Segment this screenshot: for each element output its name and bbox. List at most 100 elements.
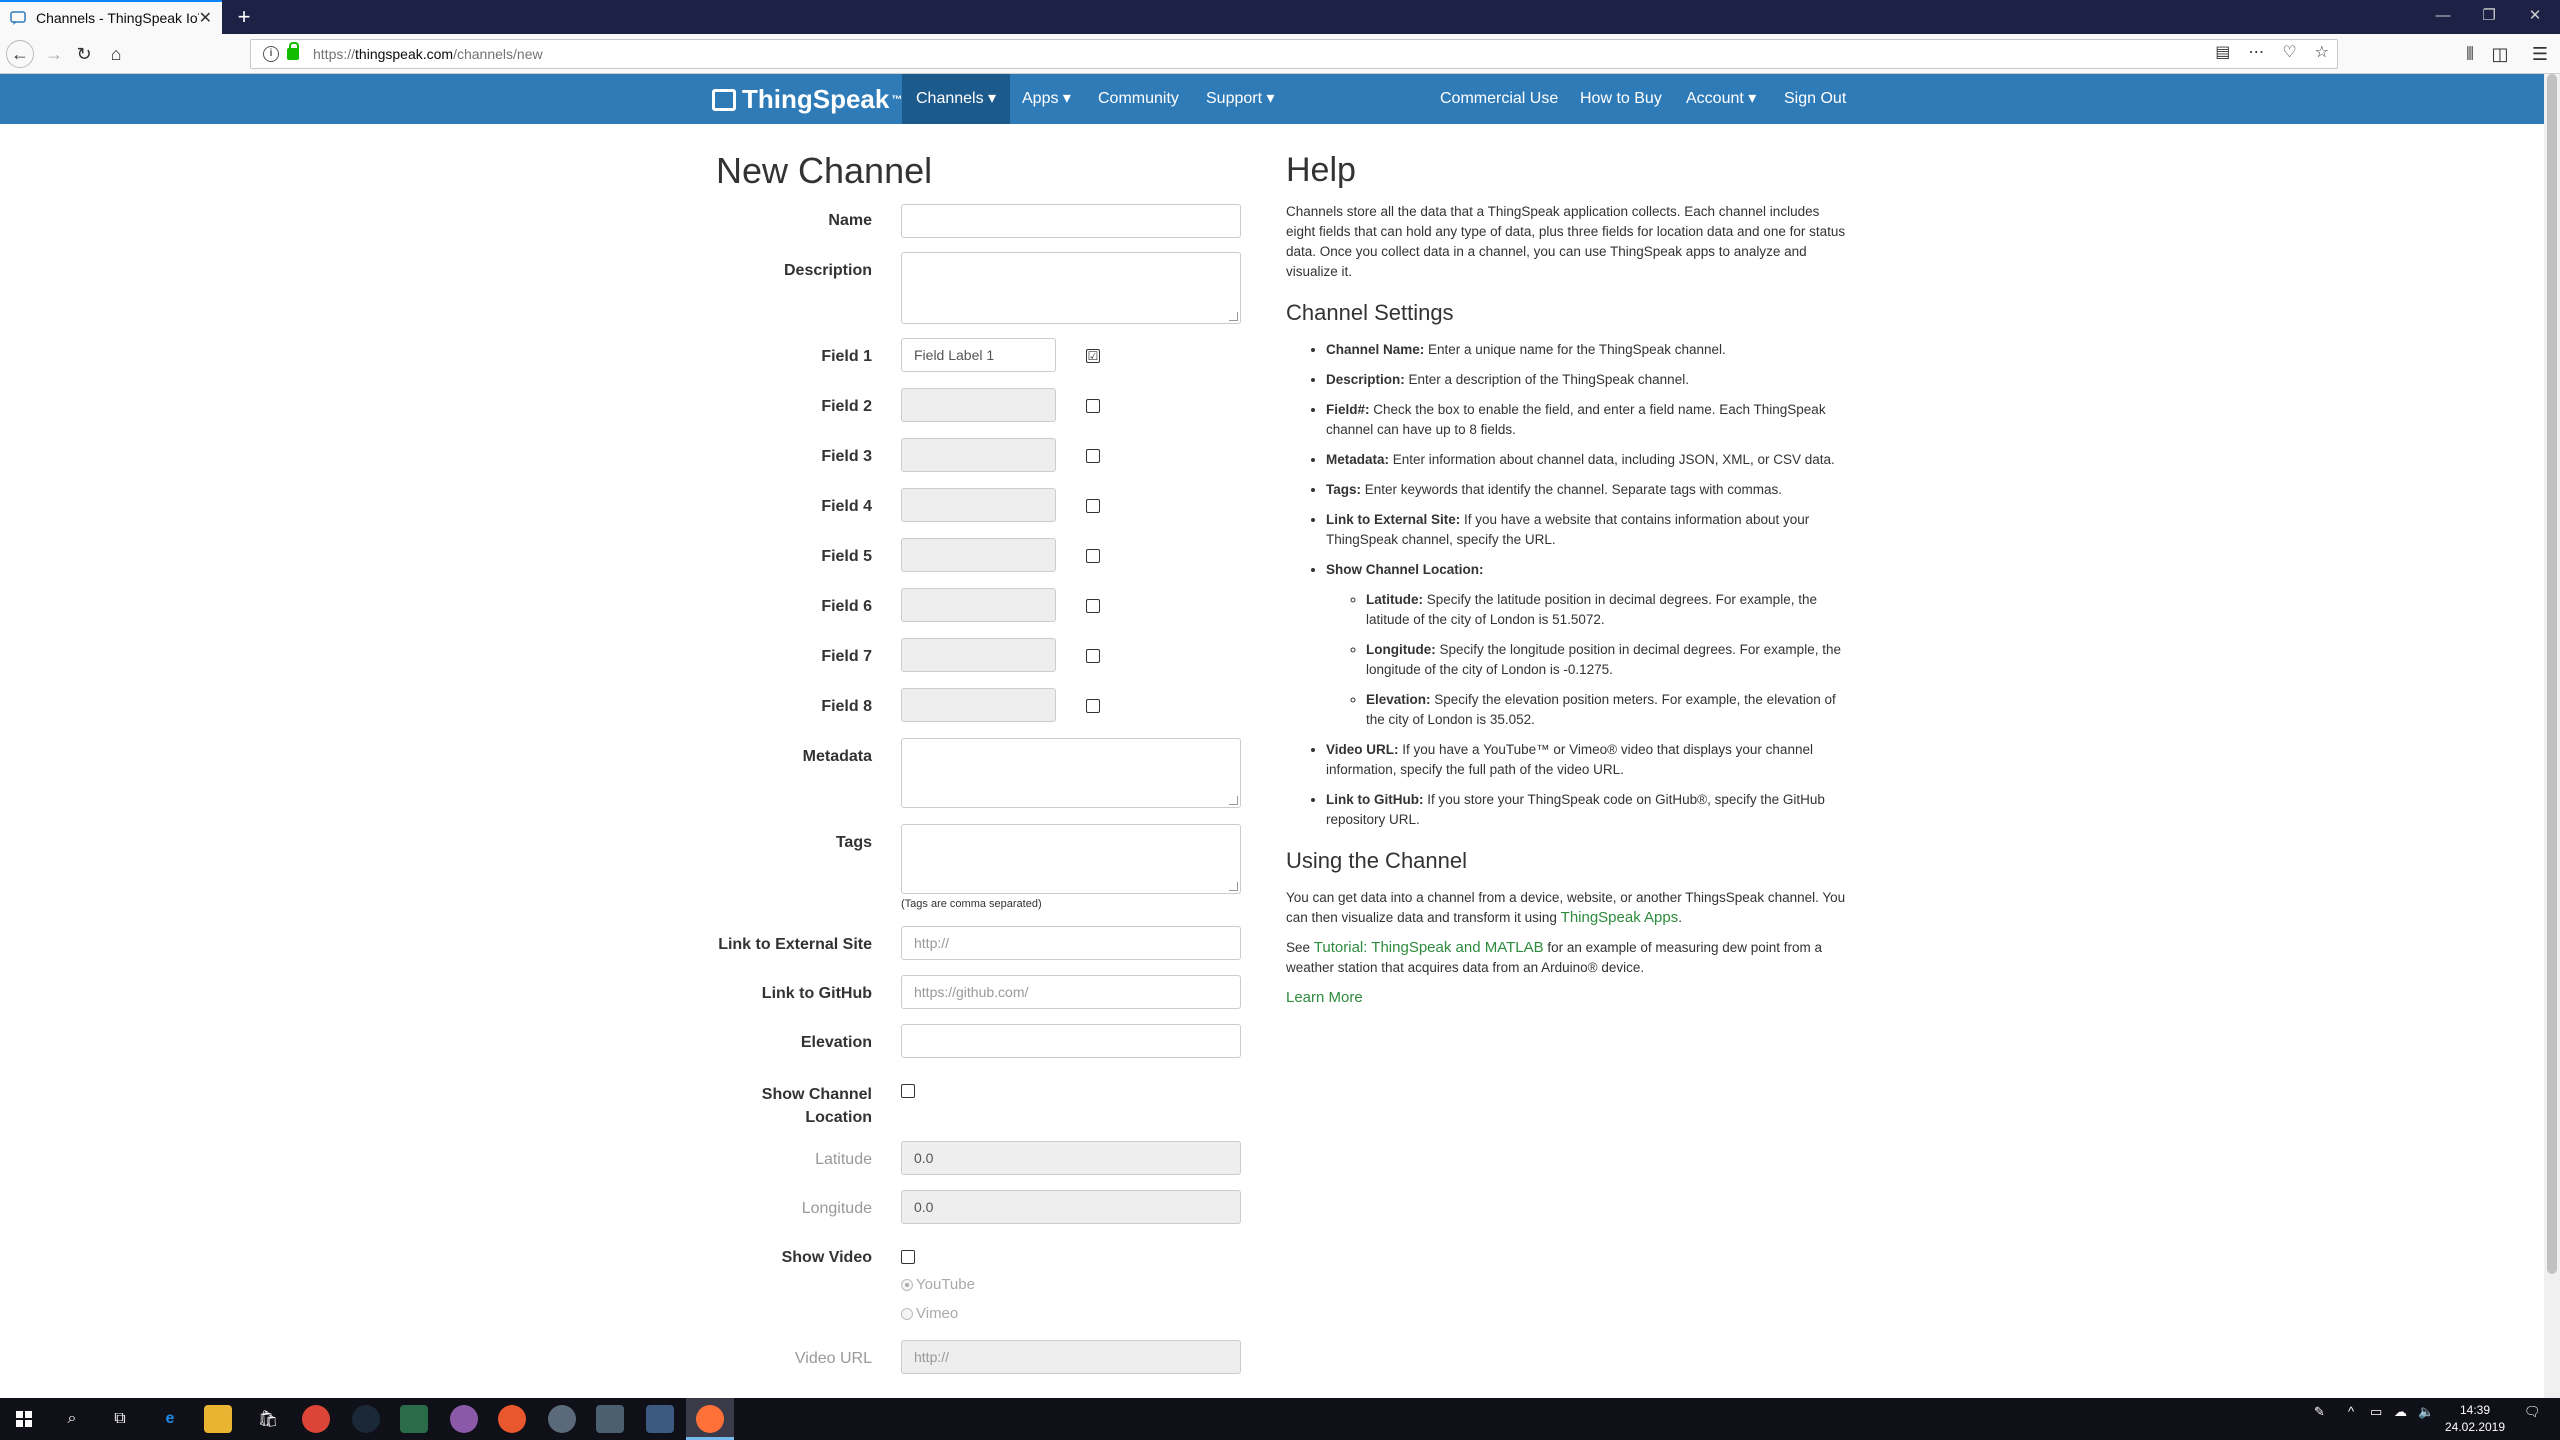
- browser-tab[interactable]: Channels - ThingSpeak IoT ✕: [0, 0, 222, 34]
- youtube-radio[interactable]: [901, 1278, 913, 1291]
- clock[interactable]: 14:39 24.02.2019: [2440, 1402, 2510, 1436]
- field-8-checkbox[interactable]: [1086, 699, 1100, 713]
- field-7-checkbox[interactable]: [1086, 649, 1100, 663]
- site-info-icon[interactable]: i: [263, 46, 279, 62]
- field-4-checkbox[interactable]: [1086, 499, 1100, 513]
- youtube-radio-option[interactable]: YouTube: [901, 1276, 975, 1293]
- field-2-checkbox[interactable]: [1086, 399, 1100, 413]
- url-bar[interactable]: i https://thingspeak.com/channels/new ▤ …: [250, 39, 2338, 69]
- nav-account[interactable]: Account ▾: [1672, 74, 1770, 124]
- firefox-icon[interactable]: [696, 1405, 724, 1433]
- nav-community[interactable]: Community: [1084, 74, 1193, 124]
- field-6-input[interactable]: [901, 588, 1056, 622]
- tags-label: Tags: [835, 834, 872, 851]
- page-actions-icon[interactable]: ⋯: [2248, 42, 2264, 62]
- list-item: Field#: Check the box to enable the fiel…: [1326, 400, 1846, 440]
- field-5-checkbox[interactable]: [1086, 549, 1100, 563]
- github-input[interactable]: https://github.com/: [901, 975, 1241, 1009]
- tray-chevron-icon[interactable]: ^: [2348, 1404, 2354, 1419]
- app-icon-2[interactable]: [548, 1405, 576, 1433]
- field-3-input[interactable]: [901, 438, 1056, 472]
- field-1-checkbox[interactable]: ☑: [1086, 349, 1100, 363]
- back-arrow-icon[interactable]: ←: [6, 40, 34, 68]
- volume-icon[interactable]: 🔈: [2418, 1404, 2434, 1420]
- field-5-label: Field 5: [821, 548, 872, 565]
- library-icon[interactable]: ⫴: [2456, 40, 2484, 68]
- nav-apps[interactable]: Apps ▾: [1008, 74, 1085, 124]
- tutorial-link[interactable]: Tutorial: ThingSpeak and MATLAB: [1314, 939, 1544, 956]
- thingspeak-logo[interactable]: ThingSpeak ™: [712, 84, 902, 115]
- nav-commercial-use[interactable]: Commercial Use: [1426, 74, 1572, 124]
- forward-arrow-icon[interactable]: →: [40, 40, 68, 68]
- description-textarea[interactable]: [901, 252, 1241, 324]
- show-location-checkbox[interactable]: [901, 1084, 915, 1098]
- app-icon[interactable]: [450, 1405, 478, 1433]
- show-video-checkbox[interactable]: [901, 1250, 915, 1264]
- learn-more-link[interactable]: Learn More: [1286, 989, 1363, 1006]
- field-6-checkbox[interactable]: [1086, 599, 1100, 613]
- browser-tab-bar: Channels - ThingSpeak IoT ✕ + — ❐ ✕: [0, 0, 2560, 34]
- windows-start-icon[interactable]: [10, 1405, 38, 1433]
- name-input[interactable]: [901, 204, 1241, 238]
- field-4-input[interactable]: [901, 488, 1056, 522]
- show-location-label: Show Channel Location: [761, 1086, 872, 1126]
- edge-browser-icon[interactable]: e: [156, 1405, 184, 1433]
- logo-icon: [712, 88, 736, 111]
- window-close-button[interactable]: ✕: [2512, 0, 2558, 34]
- terminal-app-icon[interactable]: [400, 1405, 428, 1433]
- store-icon[interactable]: 🛍: [254, 1405, 282, 1433]
- media-app-icon[interactable]: [498, 1405, 526, 1433]
- reader-view-icon[interactable]: ▤: [2215, 42, 2230, 62]
- location-sublist: Latitude: Specify the latitude position …: [1326, 590, 1846, 730]
- pocket-icon[interactable]: ♡: [2282, 42, 2296, 62]
- scrollbar-thumb[interactable]: [2547, 74, 2557, 1274]
- using-channel-title: Using the Channel: [1286, 848, 1468, 873]
- home-icon[interactable]: ⌂: [102, 40, 130, 68]
- field-5-input[interactable]: [901, 538, 1056, 572]
- vimeo-radio[interactable]: [901, 1307, 913, 1320]
- new-tab-button[interactable]: +: [230, 4, 258, 30]
- sidebar-icon[interactable]: ◫: [2486, 40, 2514, 68]
- cloud-icon[interactable]: ☁: [2394, 1404, 2407, 1420]
- field-2-input[interactable]: [901, 388, 1056, 422]
- field-7-input[interactable]: [901, 638, 1056, 672]
- list-item: Description: Enter a description of the …: [1326, 370, 1846, 390]
- tags-textarea[interactable]: [901, 824, 1241, 894]
- description-label: Description: [783, 262, 872, 279]
- photos-app-icon[interactable]: [646, 1405, 674, 1433]
- video-url-input[interactable]: http://: [901, 1340, 1241, 1374]
- latitude-input[interactable]: 0.0: [901, 1141, 1241, 1175]
- field-1-input[interactable]: Field Label 1: [901, 338, 1056, 372]
- file-explorer-icon[interactable]: [204, 1405, 232, 1433]
- elevation-input[interactable]: [901, 1024, 1241, 1058]
- nav-sign-out[interactable]: Sign Out: [1770, 74, 1860, 124]
- longitude-label: Longitude: [801, 1200, 872, 1217]
- tab-close-icon[interactable]: ✕: [199, 8, 212, 28]
- search-icon[interactable]: ⌕: [58, 1405, 86, 1433]
- bookmark-star-icon[interactable]: ☆: [2315, 42, 2329, 62]
- nav-channels[interactable]: Channels ▾: [902, 74, 1011, 124]
- network-icon[interactable]: ▭: [2370, 1404, 2382, 1420]
- steam-icon[interactable]: [352, 1405, 380, 1433]
- chrome-icon[interactable]: [302, 1405, 330, 1433]
- notepad-app-icon[interactable]: [596, 1405, 624, 1433]
- nav-how-to-buy[interactable]: How to Buy: [1566, 74, 1676, 124]
- menu-icon[interactable]: ☰: [2526, 40, 2554, 68]
- thingspeak-apps-link[interactable]: ThingSpeak Apps: [1561, 909, 1679, 926]
- pen-icon[interactable]: ✎: [2314, 1404, 2325, 1420]
- metadata-textarea[interactable]: [901, 738, 1241, 808]
- reload-icon[interactable]: ↻: [70, 40, 98, 68]
- list-item: Link to External Site: If you have a web…: [1326, 510, 1846, 550]
- field-1-label: Field 1: [821, 348, 872, 365]
- field-3-checkbox[interactable]: [1086, 449, 1100, 463]
- vertical-scrollbar[interactable]: [2544, 74, 2560, 1398]
- external-site-input[interactable]: http://: [901, 926, 1241, 960]
- window-minimize-button[interactable]: —: [2420, 0, 2466, 34]
- notifications-icon[interactable]: 🗨: [2524, 1404, 2541, 1420]
- field-8-input[interactable]: [901, 688, 1056, 722]
- task-view-icon[interactable]: ⧉: [106, 1405, 134, 1433]
- longitude-input[interactable]: 0.0: [901, 1190, 1241, 1224]
- window-restore-button[interactable]: ❐: [2466, 0, 2512, 34]
- vimeo-radio-option[interactable]: Vimeo: [901, 1305, 958, 1322]
- nav-support[interactable]: Support ▾: [1192, 74, 1289, 124]
